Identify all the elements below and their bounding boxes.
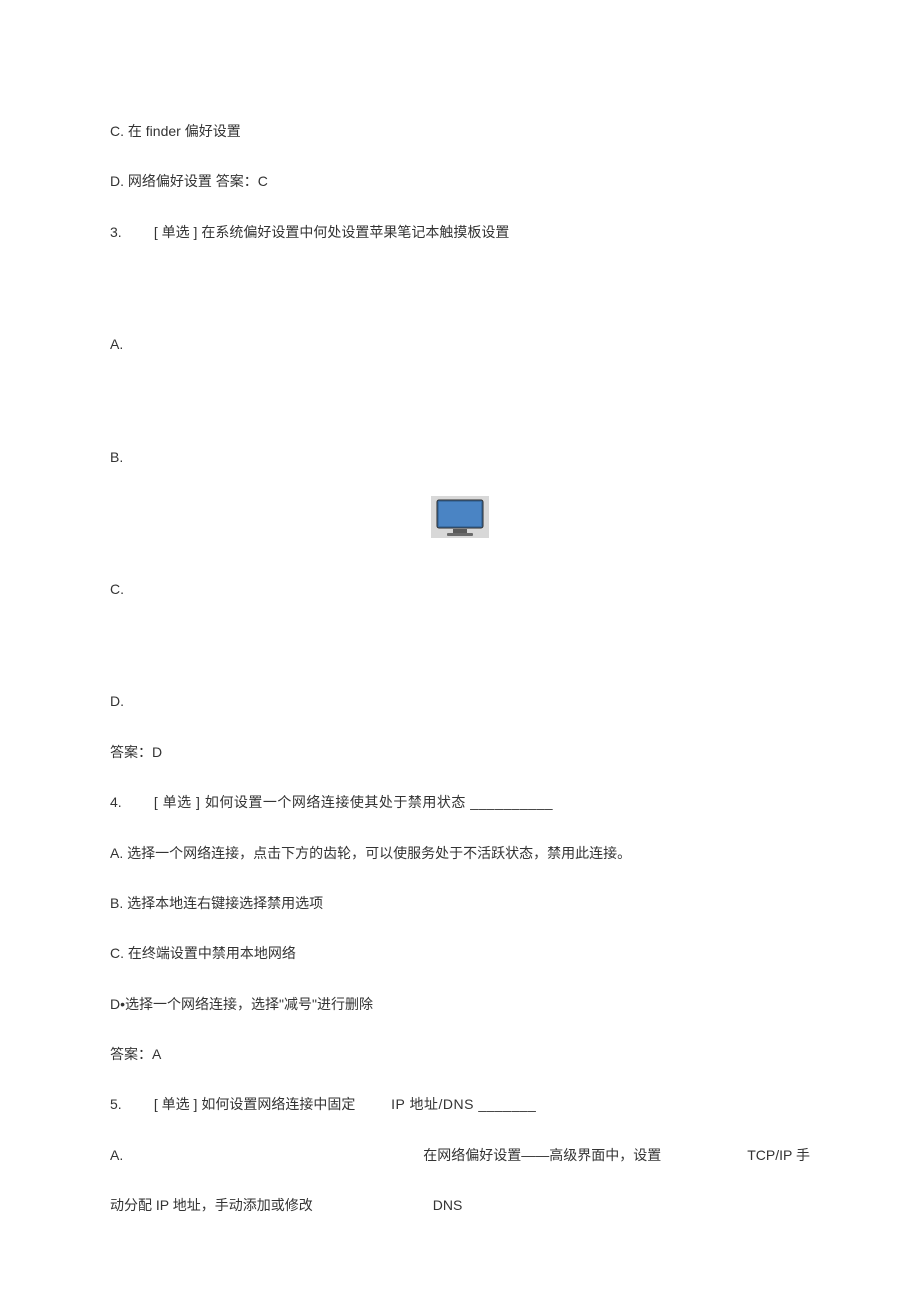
q3-prompt: 3. [ 单选 ] 在系统偏好设置中何处设置苹果笔记本触摸板设置 (110, 221, 810, 243)
q2-option-d: D. 网络偏好设置 答案：C (110, 170, 810, 192)
q3-option-b: B. (110, 446, 810, 468)
q4-text: [ 单选 ] 如何设置一个网络连接使其处于禁用状态 __________ (154, 794, 553, 810)
q4-option-c: C. 在终端设置中禁用本地网络 (110, 942, 810, 964)
q5-a-right-text: TCP/IP 手 (747, 1144, 810, 1166)
q5-a-line2-left: 动分配 IP 地址，手动添加或修改 (110, 1194, 313, 1216)
q3-option-a: A. (110, 333, 810, 355)
q4-option-b: B. 选择本地连右键接选择禁用选项 (110, 892, 810, 914)
q2-option-c: C. 在 finder 偏好设置 (110, 120, 810, 142)
q4-prompt: 4. [ 单选 ] 如何设置一个网络连接使其处于禁用状态 __________ (110, 791, 810, 813)
q5-a-mid-text: 在网络偏好设置——高级界面中，设置 (423, 1144, 661, 1166)
q5-text-b: IP 地址/DNS _______ (391, 1096, 536, 1112)
q5-a-line2-right: DNS (433, 1194, 463, 1216)
q4-option-d: D•选择一个网络连接，选择"减号"进行删除 (110, 993, 810, 1015)
q5-prompt: 5. [ 单选 ] 如何设置网络连接中固定 IP 地址/DNS _______ (110, 1093, 810, 1115)
q3-option-c: C. (110, 578, 810, 600)
q4-number: 4. (110, 791, 150, 813)
q5-text-a: [ 单选 ] 如何设置网络连接中固定 (154, 1096, 355, 1112)
q3-text: [ 单选 ] 在系统偏好设置中何处设置苹果笔记本触摸板设置 (154, 224, 509, 240)
q5-number: 5. (110, 1093, 150, 1115)
q3-answer: 答案：D (110, 741, 810, 763)
monitor-icon (431, 496, 489, 538)
q5-option-a-line2: 动分配 IP 地址，手动添加或修改 DNS (110, 1194, 810, 1216)
q4-answer: 答案：A (110, 1043, 810, 1065)
q5-option-a-line1: A. 在网络偏好设置——高级界面中，设置 TCP/IP 手 (110, 1144, 810, 1166)
q3-option-d: D. (110, 690, 810, 712)
q4-option-a: A. 选择一个网络连接，点击下方的齿轮，可以使服务处于不活跃状态，禁用此连接。 (110, 842, 810, 864)
q3-number: 3. (110, 221, 150, 243)
q5-a-label: A. (110, 1144, 123, 1166)
